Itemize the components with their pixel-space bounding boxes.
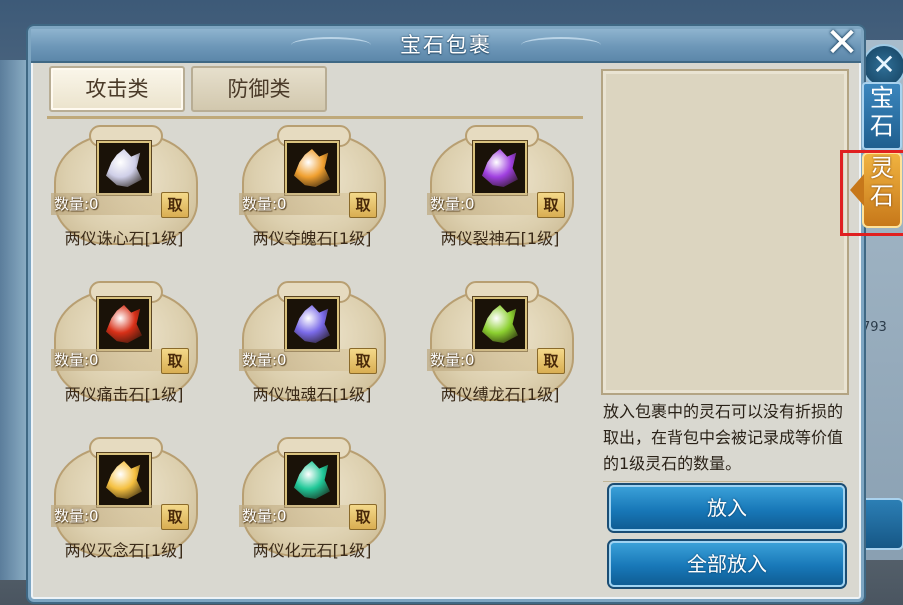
put-all-button[interactable]: 全部放入 <box>609 541 845 587</box>
gem-name: 两仪化元石[1级] <box>252 541 372 560</box>
gem-icon[interactable] <box>473 297 527 351</box>
gem-bag-window: 宝石包裹 ✕ 攻击类 防御类 数量:0 取两仪诛心石[1级] 数量:0 取两仪夺魄石[… <box>28 23 864 602</box>
crystal-icon <box>106 305 142 343</box>
gem-icon[interactable] <box>473 141 527 195</box>
close-icon[interactable]: ✕ <box>821 23 863 65</box>
gem-name: 两仪裂神石[1级] <box>440 229 560 248</box>
gem-count: 数量:0 <box>242 351 287 369</box>
gem-count: 数量:0 <box>430 195 475 213</box>
gem-count: 数量:0 <box>242 507 287 525</box>
crystal-icon <box>294 461 330 499</box>
crystal-icon <box>106 149 142 187</box>
gem-name: 两仪蚀魂石[1级] <box>252 385 372 404</box>
take-button[interactable]: 取 <box>161 192 189 218</box>
side-tab-gem-label: 宝石 <box>870 84 894 140</box>
gem-cell[interactable]: 数量:0 取两仪灭念石[1级] <box>49 437 199 587</box>
gem-icon[interactable] <box>285 453 339 507</box>
take-button[interactable]: 取 <box>349 192 377 218</box>
gem-cell[interactable]: 数量:0 取两仪缚龙石[1级] <box>425 281 575 431</box>
info-divider <box>603 481 843 482</box>
title-bar: 宝石包裹 <box>31 29 861 63</box>
gem-preview-box <box>601 69 849 395</box>
gem-icon[interactable] <box>97 453 151 507</box>
gem-cell[interactable]: 数量:0 取两仪夺魄石[1级] <box>237 125 387 275</box>
put-in-button[interactable]: 放入 <box>609 485 845 531</box>
gem-name: 两仪痛击石[1级] <box>64 385 184 404</box>
crystal-icon <box>482 305 518 343</box>
gem-count: 数量:0 <box>54 507 99 525</box>
highlight-box <box>840 150 903 236</box>
gem-name: 两仪缚龙石[1级] <box>440 385 560 404</box>
take-button[interactable]: 取 <box>349 348 377 374</box>
background-number: 793 <box>862 320 887 335</box>
gem-cell[interactable]: 数量:0 取两仪诛心石[1级] <box>49 125 199 275</box>
gem-cell[interactable]: 数量:0 取两仪蚀魂石[1级] <box>237 281 387 431</box>
crystal-icon <box>106 461 142 499</box>
window-title: 宝石包裹 <box>400 33 492 57</box>
take-button[interactable]: 取 <box>537 192 565 218</box>
take-button[interactable]: 取 <box>349 504 377 530</box>
gem-icon[interactable] <box>285 297 339 351</box>
crystal-icon <box>482 149 518 187</box>
take-button[interactable]: 取 <box>161 348 189 374</box>
gem-count: 数量:0 <box>430 351 475 369</box>
gem-cell[interactable]: 数量:0 取两仪化元石[1级] <box>237 437 387 587</box>
gem-icon[interactable] <box>285 141 339 195</box>
gem-icon[interactable] <box>97 141 151 195</box>
background-button <box>860 498 903 550</box>
gem-cell[interactable]: 数量:0 取两仪痛击石[1级] <box>49 281 199 431</box>
gem-name: 两仪夺魄石[1级] <box>252 229 372 248</box>
side-tab-gem[interactable]: 宝石 <box>862 82 902 150</box>
gem-name: 两仪诛心石[1级] <box>64 229 184 248</box>
gem-count: 数量:0 <box>242 195 287 213</box>
tab-defense[interactable]: 防御类 <box>191 66 327 112</box>
crystal-icon <box>294 305 330 343</box>
tab-attack[interactable]: 攻击类 <box>49 66 185 112</box>
tab-divider <box>47 116 583 119</box>
gem-icon[interactable] <box>97 297 151 351</box>
gem-name: 两仪灭念石[1级] <box>64 541 184 560</box>
crystal-icon <box>294 149 330 187</box>
take-button[interactable]: 取 <box>161 504 189 530</box>
take-button[interactable]: 取 <box>537 348 565 374</box>
gem-count: 数量:0 <box>54 195 99 213</box>
info-text: 放入包裹中的灵石可以没有折损的取出，在背包中会被记录成等价值的1级灵石的数量。 <box>603 402 844 473</box>
gem-count: 数量:0 <box>54 351 99 369</box>
gem-cell[interactable]: 数量:0 取两仪裂神石[1级] <box>425 125 575 275</box>
